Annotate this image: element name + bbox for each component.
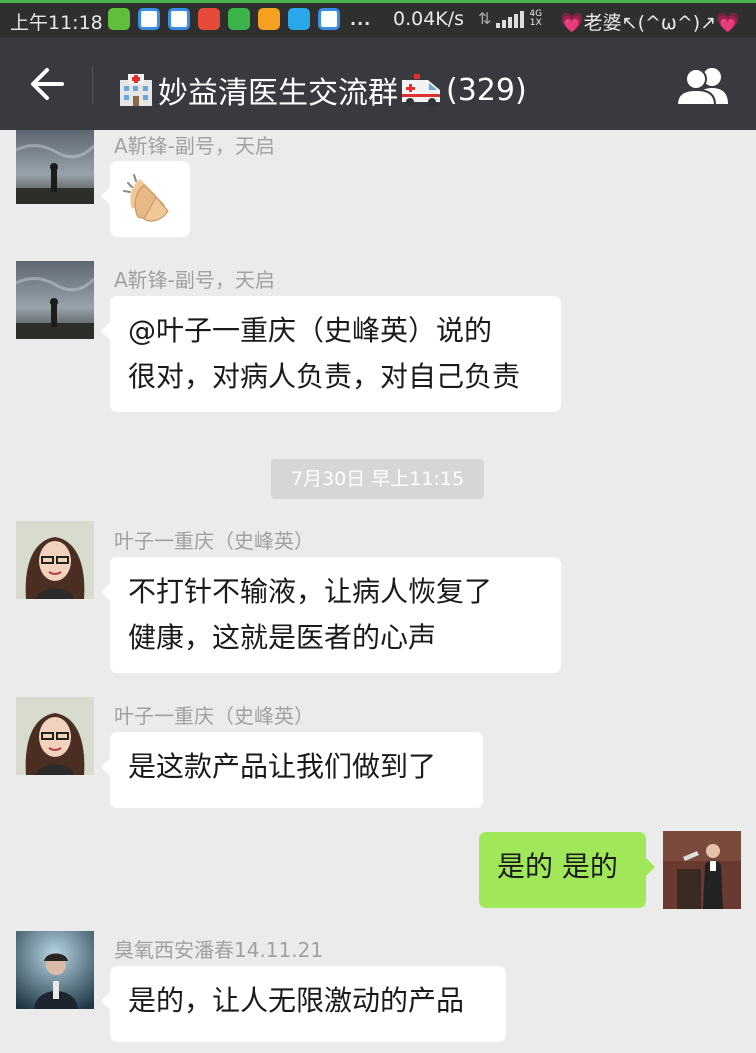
sender-name: 叶子一重庆（史峰英） <box>114 704 314 728</box>
signal-icon <box>496 11 525 28</box>
heart-icon: 💗 <box>560 12 584 34</box>
app-icon <box>318 8 340 30</box>
baidu-icon <box>168 8 190 30</box>
video-icon <box>198 8 220 30</box>
message-line: @叶子一重庆（史峰英）说的 <box>128 314 493 347</box>
baidu-icon <box>138 8 160 30</box>
avatar[interactable] <box>16 697 94 775</box>
message-bubble[interactable]: 不打针不输液，让病人恢复了 健康，这就是医者的心声 <box>101 557 561 673</box>
sender-name: A靳锋-副号，天启 <box>114 134 275 158</box>
avatar[interactable] <box>16 130 94 204</box>
chat-timestamp: 7月30日 早上11:15 <box>271 459 484 499</box>
video-icon <box>228 8 250 30</box>
message-line: 是的 是的 <box>497 850 618 883</box>
message-bubble[interactable]: @叶子一重庆（史峰英）说的 很对，对病人负责，对自己负责 <box>101 296 561 412</box>
ambulance-icon <box>400 72 444 108</box>
clapping-hands-icon <box>123 174 169 222</box>
my-message-bubble[interactable]: 是的 是的 <box>479 832 655 908</box>
carrier-label: 老婆↖(^ω^)↗ <box>583 12 717 34</box>
sender-name: 臭氧西安潘春14.11.21 <box>114 938 324 962</box>
group-name: 妙益清医生交流群 <box>158 76 398 111</box>
network-indicator: ⇅ 4G 1X <box>478 9 543 28</box>
message-bubble[interactable] <box>101 161 190 237</box>
avatar[interactable] <box>16 261 94 339</box>
group-members-icon[interactable] <box>675 66 730 106</box>
group-title: 妙益清医生交流群 (329) <box>116 68 527 112</box>
header-divider <box>92 66 93 104</box>
avatar[interactable] <box>16 931 94 1009</box>
message-line: 是这款产品让我们做到了 <box>128 750 437 783</box>
message-line: 是的，让人无限激动的产品 <box>128 984 465 1017</box>
chat-header: 妙益清医生交流群 (329) <box>0 38 756 130</box>
back-arrow-icon[interactable] <box>28 66 68 102</box>
message-bubble[interactable]: 是这款产品让我们做到了 <box>101 732 483 808</box>
avatar[interactable] <box>16 521 94 599</box>
message-bubble[interactable]: 是的，让人无限激动的产品 <box>101 966 506 1042</box>
app-icon <box>288 8 310 30</box>
sender-name: 叶子一重庆（史峰英） <box>114 529 314 553</box>
carrier-name: 💗老婆↖(^ω^)↗💗 <box>560 8 740 35</box>
member-count: (329) <box>446 72 527 108</box>
message-line: 健康，这就是医者的心声 <box>128 621 437 654</box>
wechat-icon <box>108 8 130 30</box>
data-arrows-icon: ⇅ <box>478 9 492 28</box>
message-line: 很对，对病人负责，对自己负责 <box>128 360 521 393</box>
message-line: 不打针不输液，让病人恢复了 <box>128 575 493 608</box>
more-notifications: ... <box>350 9 372 29</box>
my-avatar[interactable] <box>663 831 741 909</box>
notification-icons: ... <box>108 8 371 30</box>
heart-icon: 💗 <box>716 12 740 34</box>
status-bar: 上午11:18 ... 0.04K/s ⇅ 4G 1X 💗老婆↖(^ω^)↗💗 <box>0 0 756 38</box>
hospital-icon <box>118 72 156 108</box>
network-type: 4G 1X <box>529 9 543 28</box>
app-icon <box>258 8 280 30</box>
status-time: 上午11:18 <box>10 12 103 34</box>
status-accent-line <box>0 0 756 3</box>
network-speed: 0.04K/s <box>393 8 465 30</box>
sender-name: A靳锋-副号，天启 <box>114 268 275 292</box>
